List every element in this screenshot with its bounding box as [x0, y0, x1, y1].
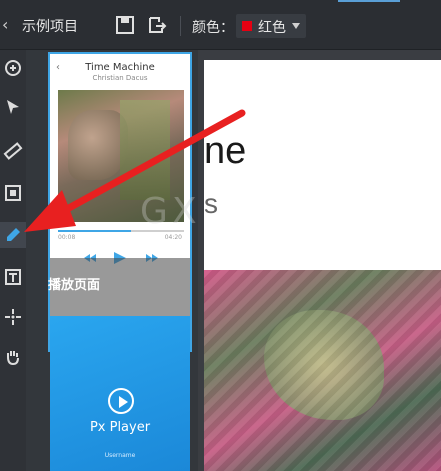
crosshair-tool[interactable] [0, 304, 26, 330]
page-thumbnail-home[interactable]: Px Player Username [50, 316, 190, 471]
pages-panel: ‹ Time Machine Christian Dacus 00:08 04:… [26, 50, 198, 471]
design-canvas[interactable]: ne s [204, 60, 441, 471]
text-icon [5, 269, 21, 285]
project-title: 示例项目 [22, 19, 78, 35]
tool-rail [0, 50, 26, 471]
link-icon [5, 60, 21, 76]
svg-text:X: X [172, 191, 197, 232]
color-value: 红色 [258, 20, 286, 36]
progress-fill [58, 230, 132, 232]
link-tool[interactable] [0, 56, 26, 82]
username-label: Username [104, 452, 136, 459]
top-toolbar: ‹ 示例项目 颜色： 红色 [0, 0, 441, 50]
watermark-logo: G X [140, 191, 197, 232]
color-select[interactable]: 红色 [236, 14, 306, 38]
screen-subtitle: Christian Dacus [92, 74, 148, 82]
eyedropper-tool[interactable] [0, 222, 26, 248]
screen-title: Time Machine [85, 62, 155, 73]
time-elapsed: 00:08 [58, 234, 76, 241]
ruler-tool[interactable] [0, 138, 26, 164]
frame-icon [5, 185, 21, 201]
color-swatch [242, 21, 252, 31]
time-total: 04:20 [164, 234, 182, 241]
back-arrow-icon[interactable]: ‹ [2, 16, 18, 34]
active-tab-indicator [338, 0, 400, 2]
hand-tool[interactable] [0, 344, 26, 370]
play-circle-icon [108, 388, 134, 414]
cursor-tool[interactable] [0, 94, 26, 120]
toolbar-divider [180, 16, 181, 36]
svg-text:G: G [140, 191, 168, 232]
hand-icon [7, 351, 19, 366]
page-label: 播放页面 [48, 278, 101, 293]
color-label: 颜色： [192, 20, 234, 36]
ruler-icon [3, 142, 23, 160]
frame-tool[interactable] [0, 180, 26, 206]
export-icon[interactable] [146, 14, 168, 36]
canvas-artwork [204, 270, 441, 471]
crosshair-icon [5, 309, 21, 325]
eyedropper-icon [7, 228, 20, 241]
canvas-title: ne [204, 130, 247, 172]
cursor-icon [7, 100, 19, 114]
text-tool[interactable] [0, 264, 26, 290]
chevron-down-icon [292, 23, 300, 29]
save-icon[interactable] [114, 14, 136, 36]
app-name: Px Player [89, 420, 151, 435]
